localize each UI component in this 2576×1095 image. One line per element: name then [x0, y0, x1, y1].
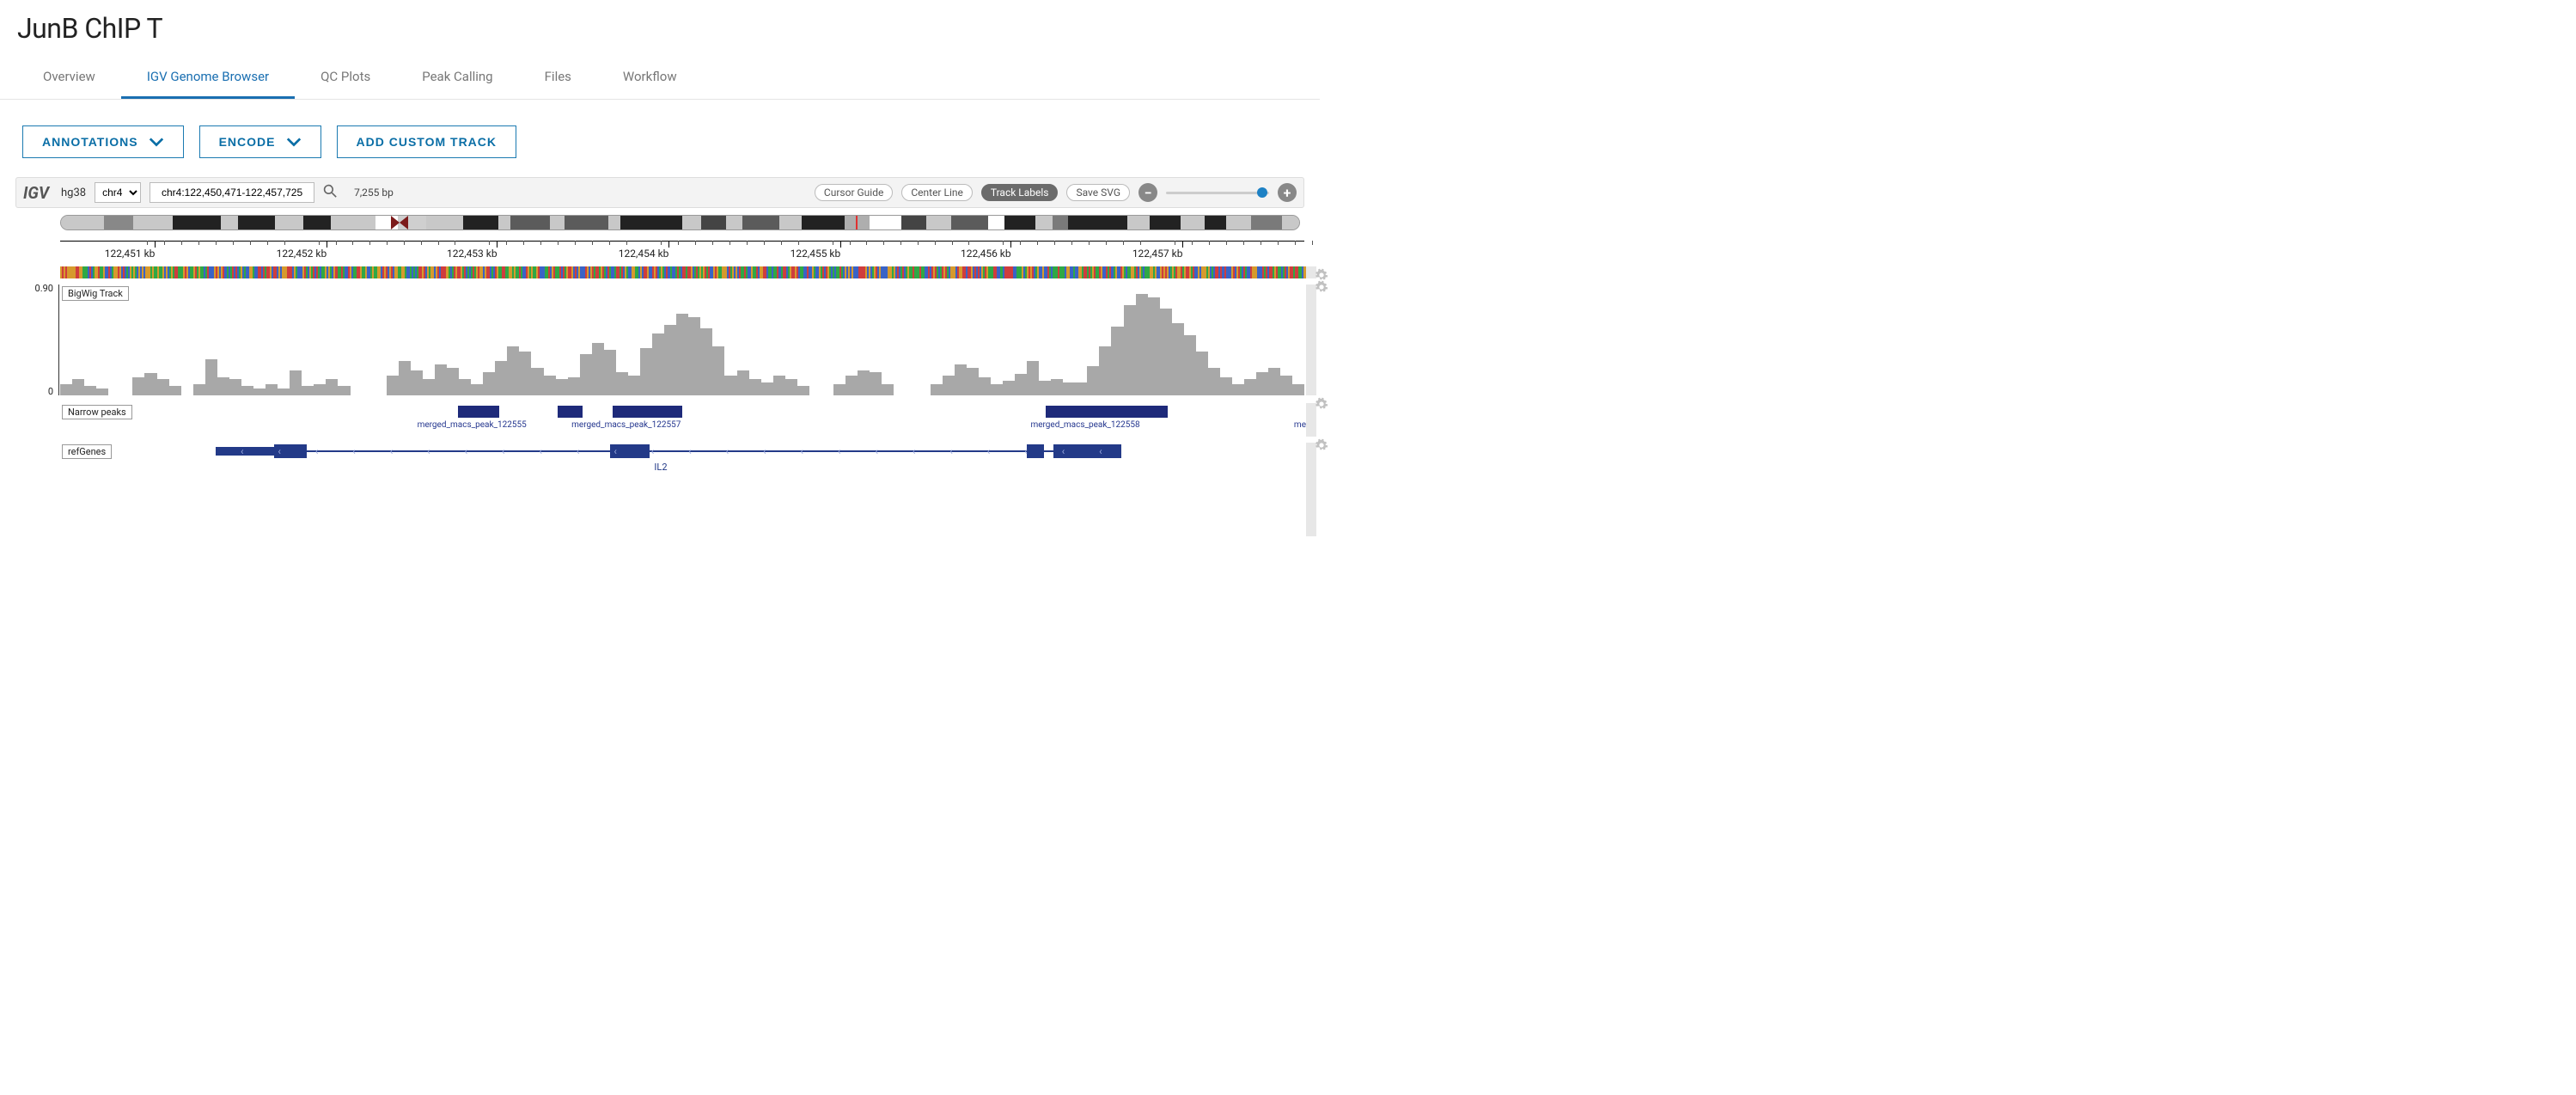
- narrow-peaks-row: Narrow peaks merged_macs_peak_122555 merg…: [15, 395, 1304, 437]
- sequence-track[interactable]: [60, 266, 1304, 278]
- y-axis: [58, 284, 59, 395]
- tab-overview[interactable]: Overview: [17, 57, 121, 99]
- ruler-tick-label: 122,455 kb: [791, 248, 841, 260]
- ruler-tick-label: 122,457 kb: [1132, 248, 1183, 260]
- ruler-tick-label: 122,451 kb: [105, 248, 156, 260]
- tab-files[interactable]: Files: [519, 57, 597, 99]
- refgenes-label[interactable]: refGenes: [62, 444, 112, 459]
- annotations-label: ANNOTATIONS: [42, 135, 138, 149]
- chromosome-select[interactable]: chr4: [95, 182, 141, 203]
- narrow-peak-label: merged_macs_peak_122558: [1030, 420, 1139, 430]
- ruler-tick-label: 122,456 kb: [961, 248, 1011, 260]
- ruler[interactable]: 122,451 kb 122,452 kb 122,453 kb 122,454 kb…: [60, 241, 1304, 266]
- track-labels-button[interactable]: Track Labels: [981, 184, 1059, 201]
- resize-handle[interactable]: [1306, 284, 1316, 395]
- gene-exon[interactable]: [216, 447, 278, 456]
- encode-label: ENCODE: [219, 135, 276, 149]
- genome-label: hg38: [61, 187, 86, 199]
- gene-name: IL2: [654, 462, 667, 473]
- zoom-in-button[interactable]: +: [1278, 183, 1297, 202]
- narrow-peak[interactable]: [613, 406, 682, 418]
- narrow-peak[interactable]: [1046, 406, 1168, 418]
- tab-qc[interactable]: QC Plots: [295, 57, 396, 99]
- tabs: Overview IGV Genome Browser QC Plots Pea…: [0, 57, 1320, 100]
- ruler-tick-label: 122,453 kb: [447, 248, 497, 260]
- zoom-slider[interactable]: [1166, 192, 1269, 194]
- igv-logo: IGV: [23, 183, 49, 203]
- chevron-down-icon: [149, 136, 164, 148]
- resize-handle[interactable]: [1306, 443, 1316, 536]
- sequence-row: [15, 266, 1304, 278]
- bigwig-track[interactable]: [60, 292, 1304, 395]
- narrow-peak-label: merged_macs_peak_122555: [418, 420, 527, 430]
- center-line-button[interactable]: Center Line: [901, 184, 973, 201]
- bigwig-row: 0.90 0 BigWig Track: [15, 278, 1304, 395]
- ruler-tick-label: 122,452 kb: [277, 248, 327, 260]
- tab-workflow[interactable]: Workflow: [597, 57, 703, 99]
- span-label: 7,255 bp: [354, 187, 394, 199]
- add-track-button[interactable]: ADD CUSTOM TRACK: [337, 125, 517, 158]
- chevron-down-icon: [286, 136, 302, 148]
- gear-icon[interactable]: [1315, 280, 1328, 294]
- locus-input[interactable]: [150, 182, 314, 203]
- encode-button[interactable]: ENCODE: [199, 125, 321, 158]
- gear-icon[interactable]: [1315, 397, 1328, 411]
- gene-body[interactable]: [216, 450, 1118, 452]
- add-track-label: ADD CUSTOM TRACK: [357, 135, 497, 149]
- zoom-out-button[interactable]: −: [1138, 183, 1157, 202]
- cursor-guide-button[interactable]: Cursor Guide: [815, 184, 893, 201]
- search-icon[interactable]: [323, 184, 337, 201]
- chromosome-ideogram[interactable]: [60, 215, 1300, 230]
- annotations-button[interactable]: ANNOTATIONS: [22, 125, 184, 158]
- y-max: 0.90: [24, 283, 53, 294]
- refgenes-row: refGenes ‹‹‹‹‹‹‹‹‹‹‹‹‹‹‹‹‹‹‹‹‹‹‹‹IL2: [15, 437, 1304, 536]
- track-source-buttons: ANNOTATIONS ENCODE ADD CUSTOM TRACK: [0, 100, 1320, 177]
- narrow-peak-label: merged_macs_peak_122557: [571, 420, 681, 430]
- save-svg-button[interactable]: Save SVG: [1066, 184, 1130, 201]
- page-title: JunB ChIP T: [0, 0, 1320, 52]
- ruler-tick-label: 122,454 kb: [619, 248, 669, 260]
- tab-igv[interactable]: IGV Genome Browser: [121, 57, 295, 99]
- narrow-peaks-label[interactable]: Narrow peaks: [62, 405, 132, 419]
- gear-icon[interactable]: [1315, 438, 1328, 452]
- narrow-peak[interactable]: [458, 406, 499, 418]
- genome-viewer: 122,451 kb 122,452 kb 122,453 kb 122,454 kb…: [15, 215, 1304, 536]
- igv-toolbar: IGV hg38 chr4 7,255 bp Cursor Guide Cent…: [15, 177, 1304, 208]
- tab-peak[interactable]: Peak Calling: [396, 57, 518, 99]
- narrow-peak[interactable]: [558, 406, 583, 418]
